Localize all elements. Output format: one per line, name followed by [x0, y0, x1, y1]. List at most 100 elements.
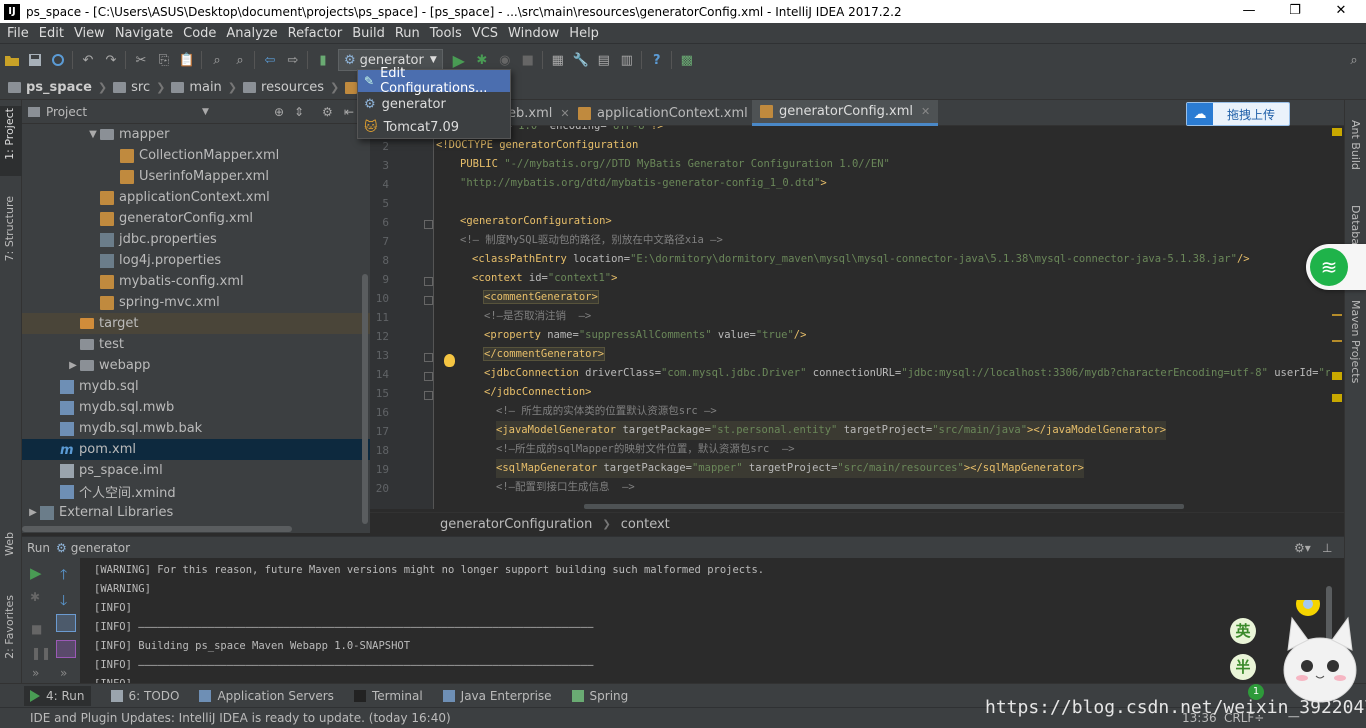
- project-panel-title[interactable]: Project: [46, 105, 87, 119]
- breadcrumb-resources[interactable]: resources: [243, 80, 324, 95]
- menu-run[interactable]: Run: [390, 26, 425, 41]
- vcs-icon[interactable]: ▥: [617, 50, 637, 70]
- forward-icon[interactable]: ⇨: [283, 50, 303, 70]
- tree-item[interactable]: mydb.sql.mwb.bak: [22, 418, 370, 439]
- code-line[interactable]: <jdbcConnection driverClass="com.mysql.j…: [484, 364, 1330, 383]
- tree-item[interactable]: mydb.sql.mwb: [22, 397, 370, 418]
- breadcrumb-src[interactable]: src: [113, 80, 150, 95]
- tool-ant-build[interactable]: Ant Build: [1349, 120, 1362, 170]
- fold-marker-icon[interactable]: [424, 391, 433, 400]
- tree-item[interactable]: ps_space.iml: [22, 460, 370, 481]
- code-line[interactable]: </commentGenerator>: [482, 345, 606, 364]
- rerun-icon[interactable]: ▶: [30, 564, 42, 582]
- tool-structure[interactable]: 7: Structure: [3, 196, 16, 261]
- code-line[interactable]: <!— 制度MySQL驱动包的路径，别放在中文路径xia —>: [460, 231, 723, 250]
- bottom-tab-terminal[interactable]: Terminal: [353, 689, 423, 703]
- menu-help[interactable]: Help: [564, 26, 604, 41]
- warning-marker[interactable]: [1332, 372, 1342, 380]
- close-tab-icon[interactable]: ✕: [560, 107, 569, 120]
- menu-tools[interactable]: Tools: [425, 26, 467, 41]
- breadcrumb-main[interactable]: main: [171, 80, 222, 95]
- expand-down-icon[interactable]: ▼: [86, 129, 100, 140]
- gear-icon[interactable]: ⚙: [322, 105, 333, 119]
- tree-item[interactable]: jdbc.properties: [22, 229, 370, 250]
- pause-icon[interactable]: ❚❚: [31, 646, 51, 660]
- sync-icon[interactable]: [48, 50, 68, 70]
- mascot-cat-image[interactable]: 英 半 1: [1230, 592, 1357, 705]
- maximize-button[interactable]: ❐: [1272, 0, 1318, 23]
- tree-item[interactable]: log4j.properties: [22, 250, 370, 271]
- more-icon[interactable]: »: [60, 666, 67, 680]
- tree-item[interactable]: ▼ mapper: [22, 124, 370, 145]
- code-line[interactable]: </jdbcConnection>: [484, 383, 591, 402]
- wifi-widget[interactable]: ≋: [1306, 244, 1366, 290]
- crumb-context[interactable]: context: [621, 517, 670, 532]
- find-icon[interactable]: ⌕: [207, 50, 227, 70]
- menu-window[interactable]: Window: [503, 26, 564, 41]
- more-icon[interactable]: »: [32, 666, 39, 680]
- tree-item[interactable]: target: [22, 313, 370, 334]
- chevron-down-icon[interactable]: ▼: [202, 107, 209, 117]
- menu-code[interactable]: Code: [178, 26, 221, 41]
- bottom-tab-run[interactable]: 4: Run: [24, 685, 91, 706]
- open-icon[interactable]: [2, 50, 22, 70]
- search-everywhere-icon[interactable]: ⌕: [1344, 50, 1364, 70]
- tree-item[interactable]: spring-mvc.xml: [22, 292, 370, 313]
- sdk-icon[interactable]: ▤: [594, 50, 614, 70]
- code-editor[interactable]: xml version="1.0" encoding="UTF-8"?><!DO…: [434, 126, 1330, 509]
- crumb-generator-configuration[interactable]: generatorConfiguration: [440, 517, 592, 532]
- code-line[interactable]: <commentGenerator>: [483, 288, 599, 307]
- warning-marker[interactable]: [1332, 128, 1342, 136]
- settings-icon[interactable]: ⚙▾: [1294, 541, 1311, 555]
- tool-favorites[interactable]: 2: Favorites: [3, 595, 16, 659]
- editor-gutter[interactable]: 1234567891011121314151617181920: [370, 121, 434, 509]
- tool-maven-projects[interactable]: Maven Projects: [1349, 300, 1362, 383]
- stop-icon[interactable]: ■: [518, 50, 538, 70]
- collapse-all-icon[interactable]: ⇕: [294, 105, 304, 119]
- tree-item[interactable]: m pom.xml: [22, 439, 370, 460]
- fold-marker-icon[interactable]: [424, 372, 433, 381]
- horizontal-scrollbar[interactable]: [22, 526, 292, 532]
- fold-marker-icon[interactable]: [424, 353, 433, 362]
- breadcrumb-project[interactable]: ps_space: [8, 80, 92, 95]
- plugin-icon[interactable]: ▩: [677, 50, 697, 70]
- back-icon[interactable]: ⇦: [260, 50, 280, 70]
- undo-icon[interactable]: ↶: [78, 50, 98, 70]
- print-icon[interactable]: [56, 640, 76, 658]
- console-output[interactable]: [WARNING] For this reason, future Maven …: [80, 558, 1334, 683]
- redo-icon[interactable]: ↷: [101, 50, 121, 70]
- save-icon[interactable]: [25, 50, 45, 70]
- run-panel-config[interactable]: generator: [71, 541, 130, 555]
- cut-icon[interactable]: ✂: [131, 50, 151, 70]
- menu-refactor[interactable]: Refactor: [283, 26, 348, 41]
- code-line[interactable]: <!— 所生成的实体类的位置默认资源包src —>: [496, 402, 717, 421]
- tree-item[interactable]: CollectionMapper.xml: [22, 145, 370, 166]
- build-icon[interactable]: ▮: [313, 50, 333, 70]
- menu-navigate[interactable]: Navigate: [110, 26, 178, 41]
- fold-marker-icon[interactable]: [424, 296, 433, 305]
- bottom-tab-spring[interactable]: Spring: [571, 689, 628, 703]
- bottom-tab-todo[interactable]: 6: TODO: [110, 689, 179, 703]
- menu-file[interactable]: File: [2, 26, 34, 41]
- scroll-down-icon[interactable]: 🡓: [60, 590, 67, 614]
- status-message[interactable]: IDE and Plugin Updates: IntelliJ IDEA is…: [30, 711, 451, 725]
- bottom-tab-javaee[interactable]: Java Enterprise: [442, 689, 552, 703]
- tool-web[interactable]: Web: [3, 532, 16, 556]
- vertical-scrollbar[interactable]: [362, 274, 368, 524]
- horizontal-scrollbar[interactable]: [584, 504, 1184, 509]
- tab-application-context[interactable]: applicationContext.xml✕: [570, 100, 773, 126]
- tree-item[interactable]: applicationContext.xml: [22, 187, 370, 208]
- settings-icon[interactable]: 🔧: [571, 50, 591, 70]
- warning-marker[interactable]: [1332, 394, 1342, 402]
- code-line[interactable]: "http://mybatis.org/dtd/mybatis-generato…: [460, 174, 827, 193]
- menu-vcs[interactable]: VCS: [467, 26, 503, 41]
- code-line[interactable]: <!—所生成的sqlMapper的映射文件位置，默认资源包src —>: [496, 440, 795, 459]
- fold-marker-icon[interactable]: [424, 220, 433, 229]
- bottom-tab-server[interactable]: Application Servers: [199, 689, 334, 703]
- error-stripe[interactable]: [1330, 126, 1344, 509]
- tab-web-xml[interactable]: eb.xml ✕: [500, 100, 578, 126]
- tree-item[interactable]: test: [22, 334, 370, 355]
- intention-bulb-icon[interactable]: [444, 354, 455, 367]
- menu-view[interactable]: View: [69, 26, 110, 41]
- expand-right-icon[interactable]: ▶: [66, 360, 80, 371]
